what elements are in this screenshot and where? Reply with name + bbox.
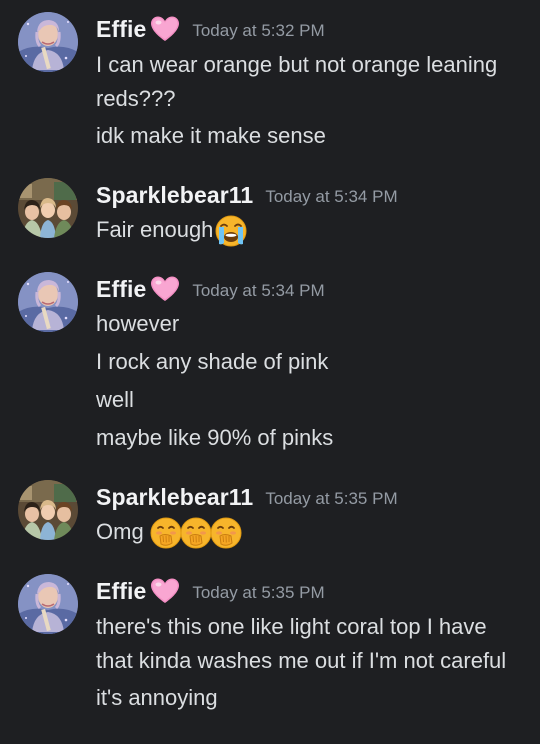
timestamp: Today at 5:32 PM <box>192 21 325 40</box>
face-with-hand-over-mouth-icon <box>150 517 182 549</box>
chat-message-list: Effie Today at 5:32 PM I can wear orange… <box>0 0 540 738</box>
username[interactable]: Effie <box>96 16 146 43</box>
face-with-hand-over-mouth-icon <box>210 517 242 549</box>
message-line: there's this one like light coral top I … <box>96 614 507 673</box>
pink-heart-icon <box>150 275 180 303</box>
message-group: Effie Today at 5:32 PM I can wear orange… <box>0 12 540 152</box>
timestamp: Today at 5:35 PM <box>265 489 398 508</box>
loudly-crying-face-icon <box>215 215 247 247</box>
message-line: Fair enough <box>96 214 526 247</box>
message-line: maybe like 90% of pinks <box>96 425 334 450</box>
pink-heart-icon <box>150 15 180 43</box>
message-header: Sparklebear11 Today at 5:34 PM <box>96 178 398 212</box>
avatar[interactable] <box>18 272 78 332</box>
timestamp: Today at 5:34 PM <box>265 187 398 206</box>
message-group: Effie Today at 5:35 PM there's this one … <box>0 574 540 744</box>
message-content: however I rock any shade of pink well ma… <box>96 308 526 460</box>
message-line: it's annoying <box>96 685 218 710</box>
message-content: Omg <box>96 516 526 555</box>
message-text: Omg <box>96 519 144 544</box>
message-group: Sparklebear11 Today at 5:35 PM Omg <box>0 480 540 550</box>
message-line: idk make it make sense <box>96 123 326 148</box>
message-group: Sparklebear11 Today at 5:34 PM Fair enou… <box>0 178 540 248</box>
sparklebear-avatar-image <box>18 178 78 238</box>
message-line: Omg <box>96 516 526 549</box>
username[interactable]: Sparklebear11 <box>96 182 253 209</box>
message-content: there's this one like light coral top I … <box>96 610 526 720</box>
face-with-hand-over-mouth-icon <box>180 517 212 549</box>
message-header: Sparklebear11 Today at 5:35 PM <box>96 480 398 514</box>
avatar[interactable] <box>18 480 78 540</box>
message-line: however <box>96 311 180 336</box>
avatar[interactable] <box>18 12 78 72</box>
username[interactable]: Sparklebear11 <box>96 484 253 511</box>
message-line: I rock any shade of pink <box>96 349 329 374</box>
avatar[interactable] <box>18 574 78 634</box>
effie-avatar-image <box>18 12 78 72</box>
message-line: well <box>96 387 134 412</box>
emoji-row <box>146 517 242 549</box>
message-header: Effie Today at 5:32 PM <box>96 12 325 46</box>
effie-avatar-image <box>18 272 78 332</box>
message-line: I can wear orange but not orange leaning… <box>96 52 498 111</box>
message-content: Fair enough <box>96 214 526 253</box>
message-text: Fair enough <box>96 217 214 242</box>
timestamp: Today at 5:34 PM <box>192 281 325 300</box>
message-content: I can wear orange but not orange leaning… <box>96 48 526 158</box>
message-header: Effie Today at 5:34 PM <box>96 272 325 306</box>
pink-heart-icon <box>150 577 180 605</box>
effie-avatar-image <box>18 574 78 634</box>
sparklebear-avatar-image <box>18 480 78 540</box>
timestamp: Today at 5:35 PM <box>192 583 325 602</box>
username[interactable]: Effie <box>96 578 146 605</box>
username[interactable]: Effie <box>96 276 146 303</box>
avatar[interactable] <box>18 178 78 238</box>
message-header: Effie Today at 5:35 PM <box>96 574 325 608</box>
message-group: Effie Today at 5:34 PM however I rock an… <box>0 272 540 462</box>
